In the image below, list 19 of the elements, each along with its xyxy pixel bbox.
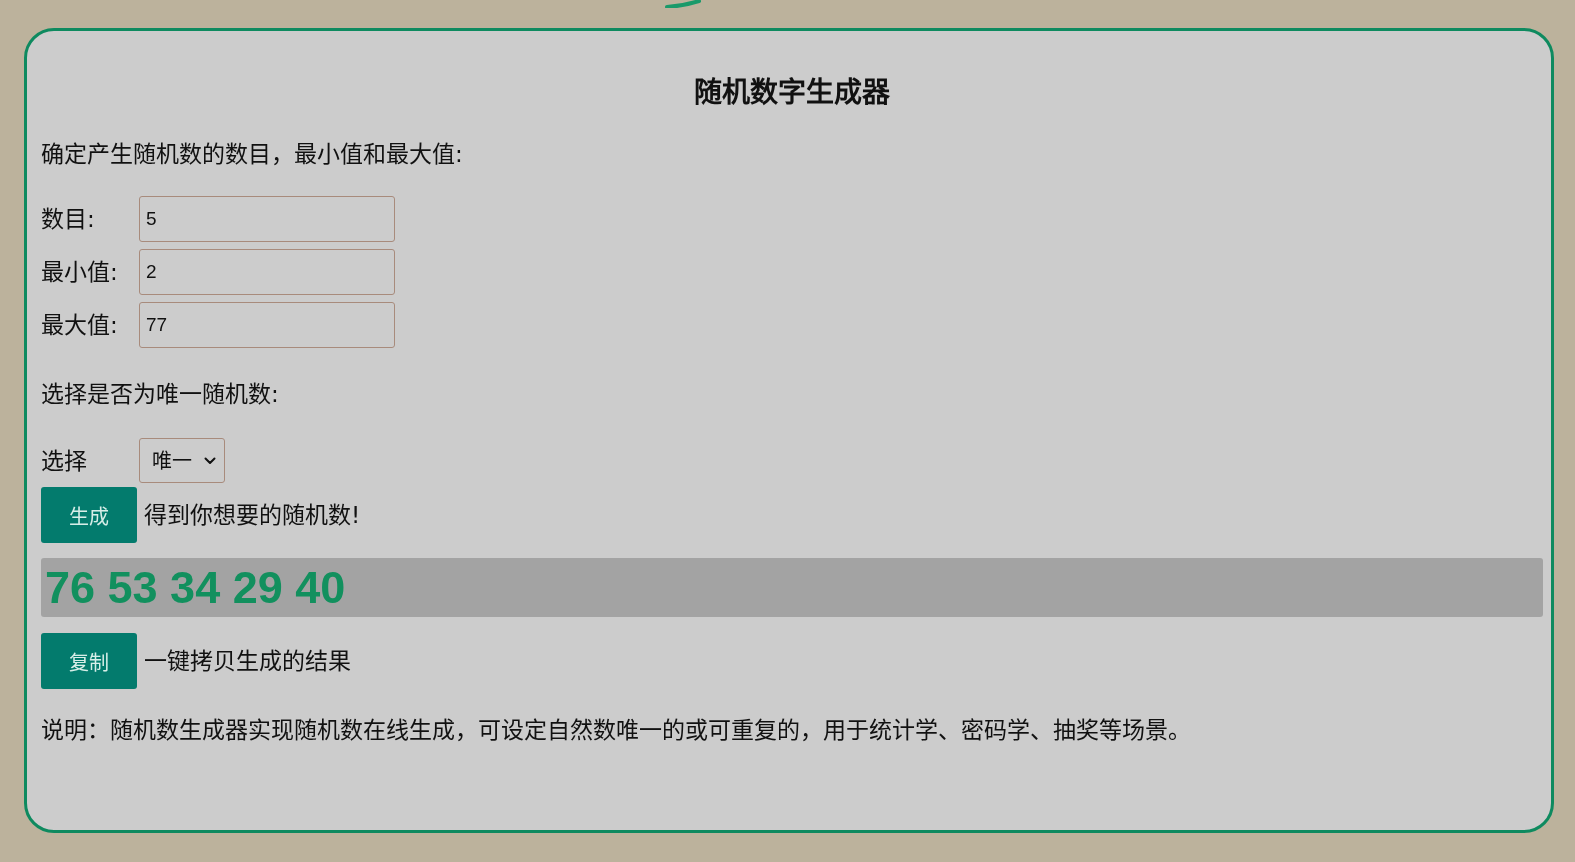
result-numbers: 76 53 34 29 40 <box>41 558 1543 617</box>
intro-text: 确定产生随机数的数目，最小值和最大值: <box>41 140 463 169</box>
field-label: 最大值: <box>41 311 118 340</box>
field-label: 数目: <box>41 205 95 234</box>
generate-hint: 得到你想要的随机数! <box>144 501 361 530</box>
unique-prompt: 选择是否为唯一随机数: <box>41 380 279 409</box>
chevron-icon <box>204 456 216 465</box>
copy-button[interactable]: 复制 <box>41 633 137 689</box>
number-input[interactable]: 5 <box>139 196 395 242</box>
copy-hint: 一键拷贝生成的结果 <box>144 647 351 676</box>
curve-icon <box>665 0 701 8</box>
description-text: 说明：随机数生成器实现随机数在线生成，可设定自然数唯一的或可重复的，用于统计学、密码学、抽奖等场景。 <box>41 716 1191 745</box>
choice-dropdown[interactable]: 唯一 <box>139 438 225 483</box>
number-input[interactable]: 2 <box>139 249 395 295</box>
page-title: 随机数字生成器 <box>694 77 890 109</box>
choice-label: 选择 <box>41 446 88 476</box>
number-input[interactable]: 77 <box>139 302 395 348</box>
field-label: 最小值: <box>41 258 118 287</box>
generate-button[interactable]: 生成 <box>41 487 137 543</box>
